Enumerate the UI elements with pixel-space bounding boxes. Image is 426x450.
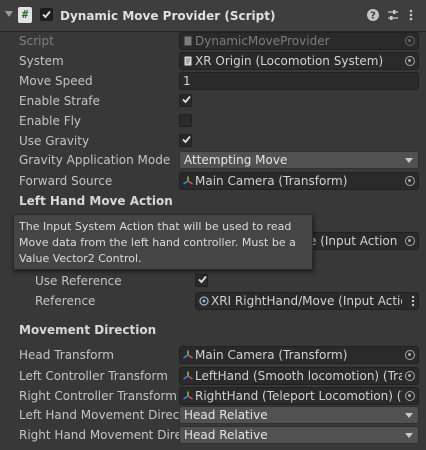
forward-source-row: Forward Source Main Camera (Transform) xyxy=(0,171,426,191)
gravity-mode-dropdown[interactable]: Attempting Move xyxy=(179,151,419,169)
script-field: DynamicMoveProvider xyxy=(179,32,419,50)
transform-icon xyxy=(183,391,193,400)
move-speed-row: Move Speed 1 xyxy=(0,71,426,91)
checkmark-icon xyxy=(42,10,51,19)
use-reference-row: Use Reference xyxy=(0,271,426,291)
svg-text:?: ? xyxy=(370,11,376,22)
right-controller-transform-field[interactable]: RightHand (Teleport Locomotion) (Tra xyxy=(179,387,419,405)
enable-strafe-checkbox[interactable] xyxy=(179,94,192,107)
left-controller-transform-label: Left Controller Transform xyxy=(19,369,168,383)
system-value: XR Origin (Locomotion System) xyxy=(195,54,384,68)
foldout-arrow-icon[interactable] xyxy=(5,11,13,17)
script-value: DynamicMoveProvider xyxy=(195,34,330,48)
right-hand-movement-direction-row: Right Hand Movement Direc Head Relative xyxy=(0,425,426,445)
help-icon[interactable]: ? xyxy=(366,8,380,22)
gravity-mode-label: Gravity Application Mode xyxy=(19,153,171,167)
forward-source-label: Forward Source xyxy=(19,174,113,188)
reference-row: Reference XRI RightHand/Move (Input Acti… xyxy=(0,291,426,311)
presets-icon[interactable] xyxy=(386,8,400,22)
left-hand-movement-direction-row: Left Hand Movement Directi Head Relative xyxy=(0,405,426,425)
system-field[interactable]: XR Origin (Locomotion System) xyxy=(179,52,419,70)
left-reference-value: e (Input Action R xyxy=(309,234,402,248)
right-controller-transform-row: Right Controller Transform RightHand (Te… xyxy=(0,386,426,406)
object-picker-icon[interactable] xyxy=(405,56,415,66)
reference-value: XRI RightHand/Move (Input Action xyxy=(211,294,402,308)
object-picker-icon[interactable] xyxy=(405,236,415,246)
move-speed-label[interactable]: Move Speed xyxy=(19,74,177,88)
left-hand-movement-direction-label: Left Hand Movement Directi xyxy=(19,408,179,422)
more-options-icon[interactable] xyxy=(411,295,415,307)
input-action-icon xyxy=(199,296,209,306)
right-hand-movement-direction-label: Right Hand Movement Direc xyxy=(19,428,179,442)
dropdown-arrow-icon xyxy=(405,413,413,418)
checkmark-icon xyxy=(182,95,191,104)
right-controller-transform-value: RightHand (Teleport Locomotion) (Tra xyxy=(195,389,402,403)
movement-direction-heading: Movement Direction xyxy=(19,323,157,337)
dropdown-arrow-icon xyxy=(405,433,413,438)
use-gravity-row: Use Gravity xyxy=(0,131,426,151)
enable-fly-label: Enable Fly xyxy=(19,114,82,128)
enable-fly-checkbox[interactable] xyxy=(179,114,192,127)
tooltip-line-3: Value Vector2 Control. xyxy=(19,252,142,265)
left-controller-transform-row: Left Controller Transform LeftHand (Smoo… xyxy=(0,366,426,386)
transform-icon xyxy=(183,176,193,185)
object-picker-icon xyxy=(405,36,415,46)
tooltip-line-1: The Input System Action that will be use… xyxy=(19,220,292,233)
tooltip: The Input System Action that will be use… xyxy=(13,214,313,270)
script-file-icon xyxy=(184,56,192,66)
script-icon: # xyxy=(18,7,32,23)
use-gravity-label: Use Gravity xyxy=(19,134,90,148)
use-reference-label: Use Reference xyxy=(35,274,122,288)
enable-fly-row: Enable Fly xyxy=(0,111,426,131)
object-picker-icon[interactable] xyxy=(405,371,415,381)
reference-label: Reference xyxy=(35,294,96,308)
dropdown-arrow-icon xyxy=(405,158,413,163)
move-speed-value: 1 xyxy=(183,74,191,88)
tooltip-line-2: Move data from the left hand controller.… xyxy=(19,236,296,249)
left-controller-transform-field[interactable]: LeftHand (Smooth locomotion) (Trans xyxy=(179,367,419,385)
object-picker-icon[interactable] xyxy=(405,391,415,401)
forward-source-field[interactable]: Main Camera (Transform) xyxy=(179,172,419,190)
transform-icon xyxy=(183,350,193,359)
component-enabled-checkbox[interactable] xyxy=(40,8,53,21)
enable-strafe-label: Enable Strafe xyxy=(19,94,100,108)
enable-strafe-row: Enable Strafe xyxy=(0,91,426,111)
right-hand-movement-direction-dropdown[interactable]: Head Relative xyxy=(179,426,419,444)
checkmark-icon xyxy=(198,275,207,284)
system-label: System xyxy=(19,54,64,68)
head-transform-label: Head Transform xyxy=(19,348,114,362)
head-transform-value: Main Camera (Transform) xyxy=(195,348,348,362)
checkmark-icon xyxy=(182,135,191,144)
use-reference-checkbox[interactable] xyxy=(195,274,208,287)
forward-source-value: Main Camera (Transform) xyxy=(195,174,348,188)
right-controller-transform-label: Right Controller Transform xyxy=(19,389,177,403)
script-row: Script DynamicMoveProvider xyxy=(0,31,426,51)
gravity-mode-row: Gravity Application Mode Attempting Move xyxy=(0,150,426,170)
object-picker-icon[interactable] xyxy=(405,176,415,186)
gravity-mode-value: Attempting Move xyxy=(184,153,288,167)
left-hand-movement-direction-dropdown[interactable]: Head Relative xyxy=(179,406,419,424)
move-speed-input[interactable]: 1 xyxy=(179,72,419,90)
left-controller-transform-value: LeftHand (Smooth locomotion) (Trans xyxy=(195,369,402,383)
head-transform-field[interactable]: Main Camera (Transform) xyxy=(179,346,419,364)
left-hand-movement-direction-value: Head Relative xyxy=(184,408,268,422)
right-hand-movement-direction-value: Head Relative xyxy=(184,428,268,442)
script-file-icon xyxy=(184,36,192,46)
system-row: System XR Origin (Locomotion System) xyxy=(0,51,426,71)
script-label: Script xyxy=(19,34,54,48)
use-gravity-checkbox[interactable] xyxy=(179,134,192,147)
object-picker-icon[interactable] xyxy=(405,350,415,360)
head-transform-row: Head Transform Main Camera (Transform) xyxy=(0,345,426,365)
component-header: # Dynamic Move Provider (Script) ? xyxy=(0,0,426,32)
reference-field[interactable]: XRI RightHand/Move (Input Action xyxy=(195,292,419,310)
left-hand-move-action-heading[interactable]: Left Hand Move Action xyxy=(19,194,173,208)
transform-icon xyxy=(183,371,193,380)
more-options-icon[interactable] xyxy=(404,8,418,22)
component-title: Dynamic Move Provider (Script) xyxy=(60,9,276,23)
